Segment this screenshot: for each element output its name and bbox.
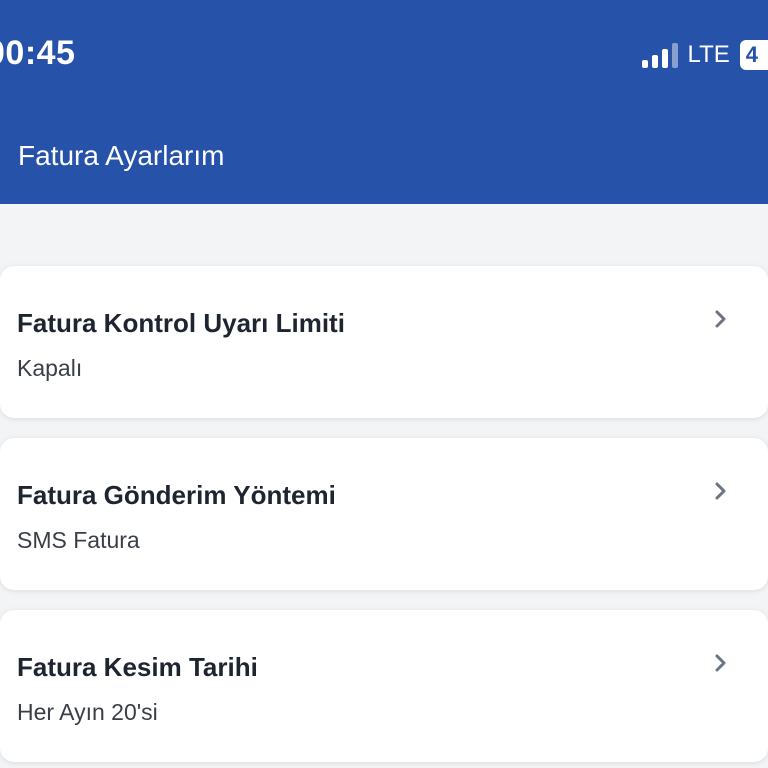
- battery-icon: 4: [739, 40, 768, 70]
- setting-value: Her Ayın 20'si: [17, 699, 158, 725]
- status-indicators: LTE 4: [641, 38, 768, 72]
- page-title: Fatura Ayarlarım: [18, 140, 225, 171]
- network-type: LTE: [687, 41, 730, 68]
- setting-bill-cut-date[interactable]: Fatura Kesim Tarihi Her Ayın 20'si: [0, 610, 768, 762]
- signal-icon: [641, 42, 678, 68]
- setting-title: Fatura Gönderim Yöntemi: [17, 480, 336, 510]
- status-time: 00:45: [0, 34, 76, 72]
- setting-title: Fatura Kesim Tarihi: [17, 652, 258, 682]
- setting-bill-control-limit[interactable]: Fatura Kontrol Uyarı Limiti Kapalı: [0, 266, 768, 418]
- setting-value: SMS Fatura: [17, 527, 140, 553]
- setting-bill-delivery-method[interactable]: Fatura Gönderim Yöntemi SMS Fatura: [0, 438, 768, 590]
- app-header: 00:45 LTE 4 Fatura Ayarlarım: [0, 0, 768, 204]
- setting-title: Fatura Kontrol Uyarı Limiti: [17, 308, 345, 338]
- setting-value: Kapalı: [17, 355, 83, 381]
- chevron-right-icon: [715, 310, 726, 328]
- chevron-right-icon: [715, 482, 726, 500]
- chevron-right-icon: [715, 654, 726, 672]
